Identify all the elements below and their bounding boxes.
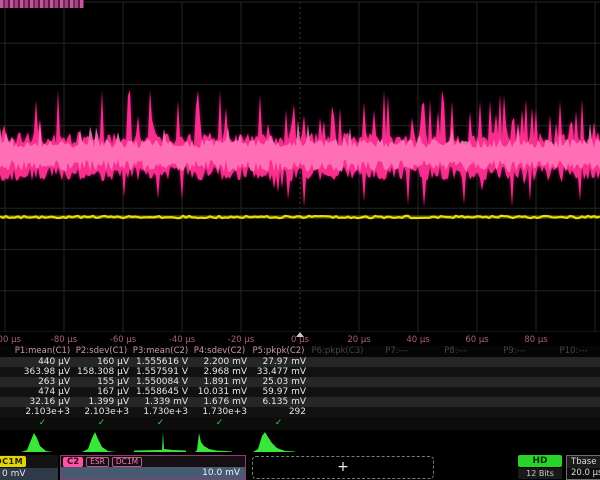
histicon-4[interactable] [190, 430, 249, 453]
measure-cell: 167 µV [72, 387, 129, 397]
measure-row: 363.98 µV158.308 µV1.557591 V2.968 mV33.… [0, 367, 600, 377]
measure-cell: 1.730e+3 [131, 407, 188, 417]
measure-status-check: ✓ [190, 418, 249, 428]
waveform-traces [0, 0, 600, 332]
time-axis: -100 µs-80 µs-60 µs-40 µs-20 µs0 µs20 µs… [0, 332, 600, 346]
histicon-3[interactable] [131, 430, 190, 453]
timebase-descriptor[interactable]: Tbase 20.0 µs [566, 455, 600, 480]
time-axis-label: -80 µs [36, 335, 92, 345]
measure-cell: 32.16 µV [13, 397, 70, 407]
measure-cell: 1.399 µV [72, 397, 129, 407]
add-trace-button[interactable]: + [252, 456, 434, 479]
measure-cell: 158.308 µV [72, 367, 129, 377]
measure-header[interactable]: P4:sdev(C2) [190, 346, 249, 356]
measure-row: 32.16 µV1.399 µV1.339 mV1.676 mV6.135 mV [0, 397, 600, 407]
cropped-annotation-badge [0, 0, 84, 8]
measure-cell: 6.135 mV [249, 397, 306, 407]
measure-cell: 1.558645 V [131, 387, 188, 397]
measure-cell: 363.98 µV [13, 367, 70, 377]
measure-cell: 25.03 mV [249, 377, 306, 387]
measure-status-check: ✓ [249, 418, 308, 428]
measure-status-check: ✓ [72, 418, 131, 428]
histicon-1[interactable] [13, 430, 72, 453]
time-axis-label: -100 µs [0, 335, 33, 345]
histicon-5[interactable] [249, 430, 308, 453]
measure-header[interactable]: P5:pkpk(C2) [249, 346, 308, 356]
measure-row: 474 µV167 µV1.558645 V10.031 mV59.97 mV [0, 387, 600, 397]
descriptor-bar: DC1M 0 mV C2 ESR DC1M 10.0 mV + HD 12 Bi… [0, 455, 600, 480]
measure-status-check: ✓ [13, 418, 72, 428]
measure-header[interactable]: P3:mean(C2) [131, 346, 190, 356]
measure-cell: 1.676 mV [190, 397, 247, 407]
time-axis-label: 40 µs [390, 335, 446, 345]
measure-header[interactable]: P10:--- [544, 346, 600, 356]
time-axis-label: -20 µs [213, 335, 269, 345]
measure-cell: 474 µV [13, 387, 70, 397]
time-axis-label: 80 µs [508, 335, 564, 345]
measure-status-check: ✓ [131, 418, 190, 428]
c1-coupling-badge: DC1M [0, 456, 26, 467]
measure-header[interactable]: P2:sdev(C1) [72, 346, 131, 356]
c1-descriptor-top: DC1M [0, 455, 58, 468]
measure-cell: 1.891 mV [190, 377, 247, 387]
c2-scale-value: 10.0 mV [61, 467, 245, 479]
histicon-2[interactable] [72, 430, 131, 453]
hd-bits-label: 12 Bits [518, 468, 562, 479]
measure-cell: 1.555616 V [131, 357, 188, 367]
measure-header[interactable]: P7:--- [367, 346, 426, 356]
channel-c2-descriptor[interactable]: C2 ESR DC1M 10.0 mV [60, 455, 246, 480]
measure-cell: 292 [249, 407, 306, 417]
measure-cell: 10.031 mV [190, 387, 247, 397]
oscilloscope-screen: -100 µs-80 µs-60 µs-40 µs-20 µs0 µs20 µs… [0, 0, 600, 480]
measurement-table: P1:mean(C1)P2:sdev(C1)P3:mean(C2)P4:sdev… [0, 346, 600, 430]
measure-row: 263 µV155 µV1.550084 V1.891 mV25.03 mV [0, 377, 600, 387]
measure-cell: 1.550084 V [131, 377, 188, 387]
measurement-histicons [0, 430, 600, 454]
timebase-value: 20.0 µs [567, 468, 600, 479]
time-axis-label: 60 µs [449, 335, 505, 345]
measure-cell: 155 µV [72, 377, 129, 387]
measure-cell: 59.97 mV [249, 387, 306, 397]
measure-cell: 2.103e+3 [72, 407, 129, 417]
measure-cell: 33.477 mV [249, 367, 306, 377]
c2-channel-badge: C2 [63, 457, 83, 467]
measure-row: 440 µV160 µV1.555616 V2.200 mV27.97 mV [0, 357, 600, 367]
measure-cell: 440 µV [13, 357, 70, 367]
measure-header[interactable]: P9:--- [485, 346, 544, 356]
time-axis-label: 20 µs [331, 335, 387, 345]
measure-cell: 2.200 mV [190, 357, 247, 367]
timebase-label: Tbase [567, 456, 600, 468]
measure-row: 2.103e+32.103e+31.730e+31.730e+3292 [0, 407, 600, 417]
c2-coupling-badge: DC1M [112, 457, 142, 467]
measure-cell: 2.103e+3 [13, 407, 70, 417]
channel-c1-descriptor[interactable]: DC1M 0 mV [0, 455, 58, 480]
measure-header[interactable]: P1:mean(C1) [13, 346, 72, 356]
measure-cell: 1.339 mV [131, 397, 188, 407]
measure-header[interactable]: P8:--- [426, 346, 485, 356]
c1-scale-value: 0 mV [0, 468, 58, 480]
c2-descriptor-top: C2 ESR DC1M [61, 456, 245, 467]
measure-cell: 1.730e+3 [190, 407, 247, 417]
measure-cell: 27.97 mV [249, 357, 306, 367]
measure-cell: 1.557591 V [131, 367, 188, 377]
measure-cell: 160 µV [72, 357, 129, 367]
measure-cell: 263 µV [13, 377, 70, 387]
measure-header[interactable]: P6:pkpk(C3) [308, 346, 367, 356]
measure-cell: 2.968 mV [190, 367, 247, 377]
time-axis-label: -60 µs [95, 335, 151, 345]
c2-esr-badge: ESR [86, 457, 109, 467]
hd-mode-badge[interactable]: HD [518, 455, 562, 467]
trigger-position-marker[interactable] [296, 332, 304, 337]
time-axis-label: -40 µs [154, 335, 210, 345]
waveform-grid-area[interactable] [0, 0, 600, 332]
